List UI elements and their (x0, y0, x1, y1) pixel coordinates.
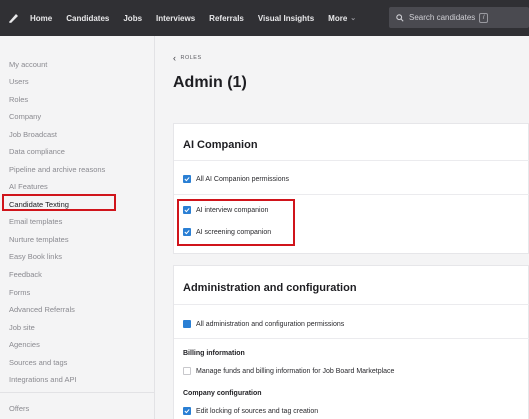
nav-interviews[interactable]: Interviews (156, 14, 195, 23)
nav-home[interactable]: Home (30, 14, 52, 23)
nav-jobs[interactable]: Jobs (123, 14, 142, 23)
ai-companion-title: AI Companion (183, 139, 258, 151)
sidebar-item-offers[interactable]: Offers (9, 404, 29, 413)
sidebar-item-advanced-referrals[interactable]: Advanced Referrals (9, 305, 75, 314)
main-content: ‹ ROLES Admin (1) AI Companion All AI Co… (156, 36, 529, 419)
highlight-box-ai-companions (177, 199, 295, 246)
sidebar-item-job-broadcast[interactable]: Job Broadcast (9, 130, 57, 139)
nav-more-label: More (328, 13, 348, 23)
nav-referrals[interactable]: Referrals (209, 14, 244, 23)
admin-config-title: Administration and configuration (183, 282, 357, 294)
chevron-left-icon: ‹ (173, 53, 177, 63)
sidebar-item-agencies[interactable]: Agencies (9, 340, 40, 349)
search-shortcut-key: / (479, 12, 489, 23)
company-config-section-label: Company configuration (183, 390, 262, 397)
sidebar-item-job-site[interactable]: Job site (9, 323, 35, 332)
billing-section-label: Billing information (183, 350, 245, 357)
top-navigation: Home Candidates Jobs Interviews Referral… (0, 0, 529, 36)
checkbox-checked-icon[interactable] (183, 407, 191, 415)
permission-label: Manage funds and billing information for… (196, 367, 395, 375)
sidebar-item-easy-book-links[interactable]: Easy Book links (9, 252, 62, 261)
sidebar-item-nurture-templates[interactable]: Nurture templates (9, 235, 69, 244)
nav-more[interactable]: More ⌄ (328, 14, 356, 23)
nav-candidates[interactable]: Candidates (66, 14, 109, 23)
search-input[interactable]: Search candidates / (389, 7, 529, 28)
permission-label: Edit locking of sources and tag creation (196, 407, 319, 415)
chevron-down-icon: ⌄ (350, 15, 357, 22)
page-title: Admin (1) (173, 74, 247, 91)
search-placeholder: Search candidates (409, 13, 476, 22)
highlight-box-candidate-texting (2, 194, 116, 211)
brand-logo-icon[interactable] (8, 12, 20, 24)
checkbox-unchecked-icon[interactable] (183, 367, 191, 375)
divider (174, 338, 529, 339)
permission-label: All administration and configuration per… (196, 320, 345, 328)
checkbox-checked-icon[interactable] (183, 175, 191, 183)
divider (174, 194, 529, 195)
sidebar-divider (0, 392, 155, 393)
permission-all-admin-config[interactable]: All administration and configuration per… (183, 320, 344, 328)
sidebar-item-integrations-api[interactable]: Integrations and API (9, 375, 77, 384)
divider (174, 160, 529, 161)
sidebar-item-forms[interactable]: Forms (9, 288, 30, 297)
sidebar-item-feedback[interactable]: Feedback (9, 270, 42, 279)
sidebar-item-email-templates[interactable]: Email templates (9, 217, 62, 226)
permission-edit-locking-sources[interactable]: Edit locking of sources and tag creation (183, 407, 318, 415)
ai-companion-card: AI Companion All AI Companion permission… (173, 123, 529, 254)
sidebar-item-company[interactable]: Company (9, 112, 41, 121)
nav-visual-insights[interactable]: Visual Insights (258, 14, 314, 23)
search-icon (396, 13, 404, 22)
checkbox-checked-icon[interactable] (183, 320, 191, 328)
sidebar-item-ai-features[interactable]: AI Features (9, 182, 48, 191)
permission-manage-funds-billing[interactable]: Manage funds and billing information for… (183, 367, 394, 375)
divider (174, 304, 529, 305)
sidebar-item-my-account[interactable]: My account (9, 60, 47, 69)
breadcrumb[interactable]: ‹ ROLES (173, 53, 202, 63)
sidebar-item-pipeline-archive[interactable]: Pipeline and archive reasons (9, 165, 105, 174)
settings-sidebar: My account Users Roles Company Job Broad… (0, 36, 155, 419)
breadcrumb-roles: ROLES (180, 55, 202, 61)
admin-config-card: Administration and configuration All adm… (173, 265, 529, 419)
sidebar-item-users[interactable]: Users (9, 77, 29, 86)
permission-all-ai-companion[interactable]: All AI Companion permissions (183, 175, 289, 183)
permission-label: All AI Companion permissions (196, 175, 289, 183)
sidebar-item-sources-tags[interactable]: Sources and tags (9, 358, 67, 367)
sidebar-item-roles[interactable]: Roles (9, 95, 28, 104)
sidebar-item-data-compliance[interactable]: Data compliance (9, 147, 65, 156)
